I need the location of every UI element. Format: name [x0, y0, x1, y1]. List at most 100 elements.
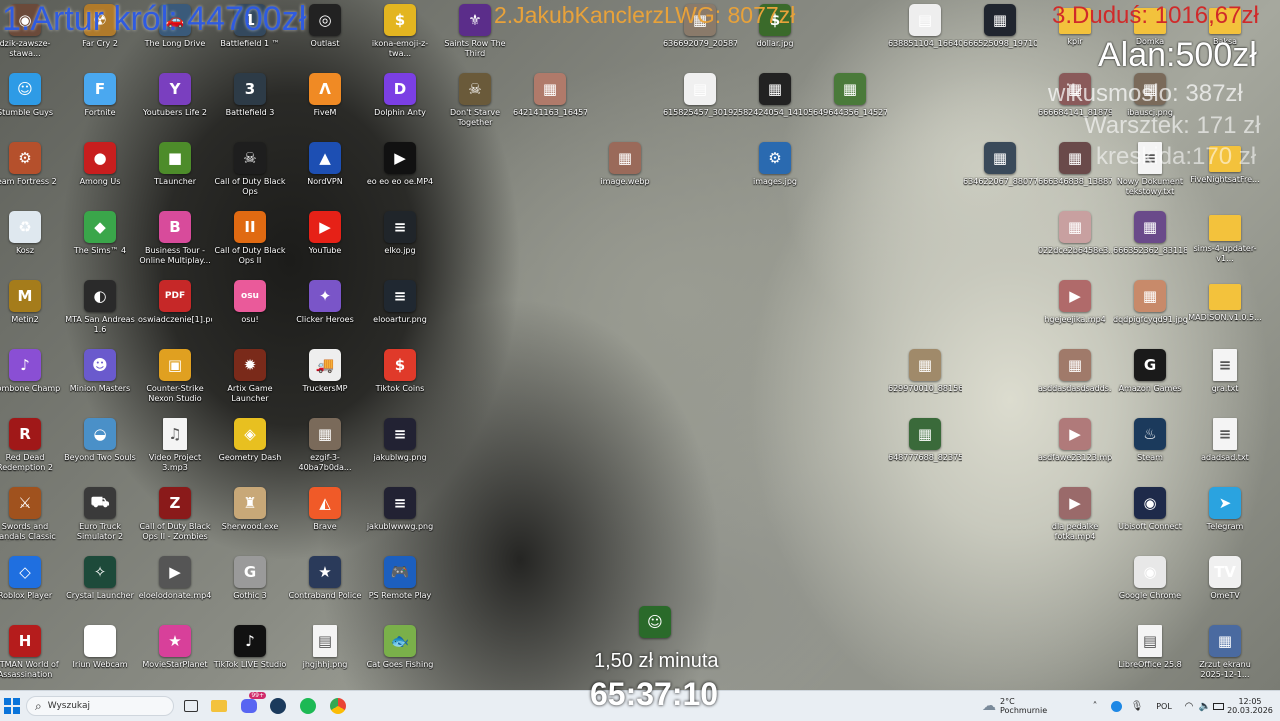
desktop-icon[interactable]: H HITMAN World of Assassination — [0, 621, 62, 689]
discord-button[interactable]: 99+ — [238, 692, 266, 716]
steam-button[interactable] — [268, 696, 288, 716]
desktop-icon[interactable]: ♪ Trombone Champ — [0, 345, 62, 413]
desktop-icon[interactable]: ▶ eloelodonate.mp4 — [138, 552, 212, 620]
desktop-icon[interactable]: ◆ The Sims™ 4 — [63, 207, 137, 275]
clock[interactable]: 12:05 20.03.2026 — [1224, 696, 1276, 716]
desktop-icon[interactable]: ≡ elooartur.png — [363, 276, 437, 344]
battery-button[interactable] — [1212, 696, 1224, 716]
desktop-icon[interactable]: F Fortnite — [63, 69, 137, 137]
desktop-icon[interactable]: ≡ jakublwwwg.png — [363, 483, 437, 551]
desktop-icon[interactable]: ▦ asddasdasdsadds... — [1038, 345, 1112, 413]
desktop-icon[interactable]: ◐ MTA San Andreas 1.6 — [63, 276, 137, 344]
desktop-icon[interactable]: G Gothic 3 — [213, 552, 287, 620]
desktop-icon[interactable]: $ ikona-emoji-z-twa... — [363, 0, 437, 68]
desktop-icon[interactable]: G Amazon Games — [1113, 345, 1187, 413]
file-explorer-button[interactable] — [210, 696, 228, 716]
desktop-icon[interactable]: B Business Tour - Online Multiplay... — [138, 207, 212, 275]
desktop-icon[interactable]: ≡ gra.txt — [1188, 345, 1262, 413]
desktop-icon[interactable]: PDF oswiadczenie[1].pdf — [138, 276, 212, 344]
desktop-icon[interactable]: ▤ 615825457_301924... — [663, 69, 737, 137]
desktop-icon[interactable]: ▣ Counter-Strike Nexon Studio — [138, 345, 212, 413]
desktop-icon[interactable]: ▤ jhgjhhj.png — [288, 621, 362, 689]
spotify-button[interactable] — [298, 696, 318, 716]
desktop-icon[interactable]: 3 Battlefield 3 — [213, 69, 287, 137]
desktop-icon[interactable]: ▦ 649644356_145272... — [813, 69, 887, 137]
desktop-icon[interactable]: ◎ Iriun Webcam — [63, 621, 137, 689]
desktop-icon[interactable]: ▶ YouTube — [288, 207, 362, 275]
desktop-icon[interactable]: ▶ hgejeejika.mp4 — [1038, 276, 1112, 344]
desktop-icon[interactable]: 🚚 TruckersMP — [288, 345, 362, 413]
task-view-button[interactable] — [182, 696, 200, 716]
desktop-icon[interactable]: ⚙ Team Fortress 2 — [0, 138, 62, 206]
desktop-icon[interactable]: ▦ 666352362_831186... — [1113, 207, 1187, 275]
desktop-icon[interactable]: ★ MovieStarPlanet — [138, 621, 212, 689]
desktop-icon[interactable]: sims-4-updater-v1... — [1188, 207, 1262, 275]
desktop-icon[interactable]: ➤ Telegram — [1188, 483, 1262, 551]
tray-app-button[interactable] — [1108, 696, 1124, 716]
desktop-icon[interactable]: II Call of Duty Black Ops II — [213, 207, 287, 275]
desktop-icon[interactable]: ⛟ Euro Truck Simulator 2 — [63, 483, 137, 551]
desktop-icon[interactable]: R Red Dead Redemption 2 — [0, 414, 62, 482]
desktop-icon[interactable]: ● Among Us — [63, 138, 137, 206]
desktop-icon[interactable]: ✹ Artix Game Launcher — [213, 345, 287, 413]
desktop-icon[interactable]: ◭ Brave — [288, 483, 362, 551]
desktop-icon[interactable]: ▦ Zrzut ekranu 2025-12-1... — [1188, 621, 1262, 689]
desktop-icon[interactable]: ⚔ Swords and Sandals Classic Collection — [0, 483, 62, 551]
desktop-icon[interactable]: ▦ 666525098_197101... — [963, 0, 1037, 68]
desktop-icon[interactable]: ◒ Beyond Two Souls — [63, 414, 137, 482]
desktop-icon[interactable]: $ Tiktok Coins — [363, 345, 437, 413]
language-indicator[interactable]: POL — [1152, 696, 1176, 716]
desktop-icon[interactable]: M Metin2 — [0, 276, 62, 344]
search-box[interactable]: ⌕ Wyszukaj — [26, 696, 174, 716]
desktop-icon[interactable]: Y Youtubers Life 2 — [138, 69, 212, 137]
desktop-icon[interactable]: ◇ Roblox Player — [0, 552, 62, 620]
desktop-icon[interactable]: ▦ 642141163_164578... — [513, 69, 587, 137]
desktop-icon[interactable]: 🎮 PS Remote Play — [363, 552, 437, 620]
desktop-icon[interactable]: ♻ Kosz — [0, 207, 62, 275]
desktop-icon[interactable]: ✦ Clicker Heroes — [288, 276, 362, 344]
microphone-button[interactable]: 🎙 — [1130, 696, 1144, 716]
desktop-icon[interactable]: ◉ Ubisoft Connect — [1113, 483, 1187, 551]
desktop-icon[interactable]: ▶ dla pedalke fotka.mp4 — [1038, 483, 1112, 551]
desktop-icon[interactable]: ▲ NordVPN — [288, 138, 362, 206]
desktop-icon[interactable]: TV OmeTV — [1188, 552, 1262, 620]
show-hidden-icons-button[interactable]: ˄ — [1088, 696, 1102, 716]
desktop-icon[interactable]: ▦ 634622067_880779... — [963, 138, 1037, 206]
desktop-icon[interactable]: D Dolphin Anty — [363, 69, 437, 137]
desktop-icon[interactable]: ▦ 022dce2b6458e3... — [1038, 207, 1112, 275]
desktop-icon[interactable]: ☻ Minion Masters — [63, 345, 137, 413]
desktop-icon[interactable]: MADISON.v1.0.5... — [1188, 276, 1262, 344]
desktop-icon[interactable]: ▦ 629970010_881562... — [888, 345, 962, 413]
desktop-icon[interactable]: Λ FiveM — [288, 69, 362, 137]
start-button[interactable] — [2, 696, 22, 716]
desktop-icon[interactable]: ▦ dqdpigfcyqd91.jpg — [1113, 276, 1187, 344]
desktop-icon[interactable]: ☺ Stumble Guys — [0, 69, 62, 137]
desktop-icon[interactable]: ✧ Crystal Launcher — [63, 552, 137, 620]
desktop-icon[interactable]: ♜ Sherwood.exe — [213, 483, 287, 551]
desktop-icon[interactable]: ⚙ images.jpg — [738, 138, 812, 206]
desktop-icon[interactable]: osu osu! — [213, 276, 287, 344]
desktop-icon[interactable]: ♫ Video Project 3.mp3 — [138, 414, 212, 482]
desktop-icon[interactable]: 🐟 Cat Goes Fishing — [363, 621, 437, 689]
desktop-icon[interactable]: ▦ 582424054_141055... — [738, 69, 812, 137]
desktop-icon[interactable]: ◈ Geometry Dash — [213, 414, 287, 482]
desktop-icon[interactable]: ▦ ezgif-3-40ba7b0da... — [288, 414, 362, 482]
desktop-icon[interactable]: ▦ image.webp — [588, 138, 662, 206]
desktop-icon[interactable]: ☠ Call of Duty Black Ops — [213, 138, 287, 206]
desktop-icon[interactable]: ★ Contraband Police — [288, 552, 362, 620]
desktop-icon[interactable]: ☠ Don't Starve Together — [438, 69, 512, 137]
weather-widget[interactable]: ☁ 2°C Pochmurnie — [982, 696, 1052, 716]
desktop-icon[interactable]: ≡ elko.jpg — [363, 207, 437, 275]
desktop-icon[interactable]: ▦ 648777688_823756... — [888, 414, 962, 482]
network-button[interactable]: ◠ — [1182, 696, 1196, 716]
desktop-icon[interactable]: ▶ asdfawe23123.mp4 — [1038, 414, 1112, 482]
desktop-icon[interactable]: ▶ eo eo eo oe.MP4 — [363, 138, 437, 206]
chrome-button[interactable] — [328, 696, 348, 716]
desktop-icon[interactable]: ♪ TikTok LIVE Studio — [213, 621, 287, 689]
volume-button[interactable]: 🔈 — [1198, 696, 1212, 716]
desktop-icon[interactable]: ■ TLauncher — [138, 138, 212, 206]
desktop-icon[interactable]: ♨ Steam — [1113, 414, 1187, 482]
desktop-icon[interactable]: Z Call of Duty Black Ops II - Zombies — [138, 483, 212, 551]
desktop-icon[interactable]: ▤ LibreOffice 25.8 — [1113, 621, 1187, 689]
desktop-icon[interactable]: ≡ adadsad.txt — [1188, 414, 1262, 482]
